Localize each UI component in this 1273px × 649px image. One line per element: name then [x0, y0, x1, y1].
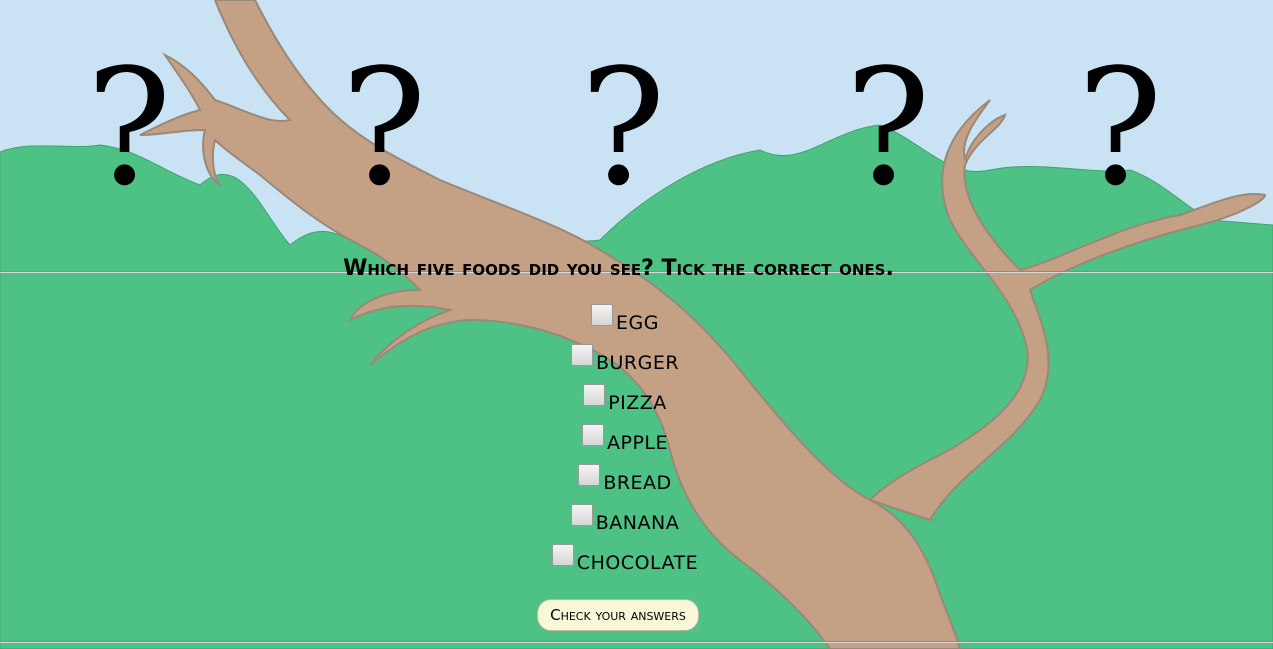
question-mark: ? [341, 34, 427, 221]
egg-checkbox[interactable] [591, 304, 614, 326]
food-options-list: EGG BURGER PIZZA APPLE BREAD BANANA CHOC… [0, 302, 1250, 582]
option-label: APPLE [606, 432, 668, 454]
question-mark: ? [580, 34, 666, 221]
question-mark: ? [845, 34, 931, 221]
option-label: CHOCOLATE [576, 552, 699, 574]
option-pizza[interactable]: PIZZA [0, 382, 1250, 422]
bottom-divider [0, 641, 1273, 643]
option-label: PIZZA [608, 392, 667, 414]
option-label: BURGER [595, 352, 680, 374]
option-chocolate[interactable]: CHOCOLATE [0, 542, 1250, 582]
option-bread[interactable]: BREAD [0, 462, 1250, 502]
question-mark: ? [86, 34, 172, 221]
bread-checkbox[interactable] [578, 464, 601, 486]
burger-checkbox[interactable] [570, 344, 593, 366]
pizza-checkbox[interactable] [583, 384, 606, 406]
apple-checkbox[interactable] [581, 424, 604, 446]
option-banana[interactable]: BANANA [0, 502, 1250, 542]
banana-checkbox[interactable] [570, 504, 593, 526]
option-burger[interactable]: BURGER [0, 342, 1250, 382]
chocolate-checkbox[interactable] [551, 544, 574, 566]
question-mark: ? [1077, 34, 1163, 221]
option-label: BREAD [603, 472, 672, 494]
option-label: BANANA [595, 512, 680, 534]
option-egg[interactable]: EGG [0, 302, 1250, 342]
option-apple[interactable]: APPLE [0, 422, 1250, 462]
question-heading: Which five foods did you see? Tick the c… [0, 256, 1237, 281]
check-answers-button[interactable]: Check your answers [537, 599, 699, 631]
question-text: Which five foods did you see? Tick the c… [343, 256, 894, 281]
option-label: EGG [616, 312, 659, 334]
